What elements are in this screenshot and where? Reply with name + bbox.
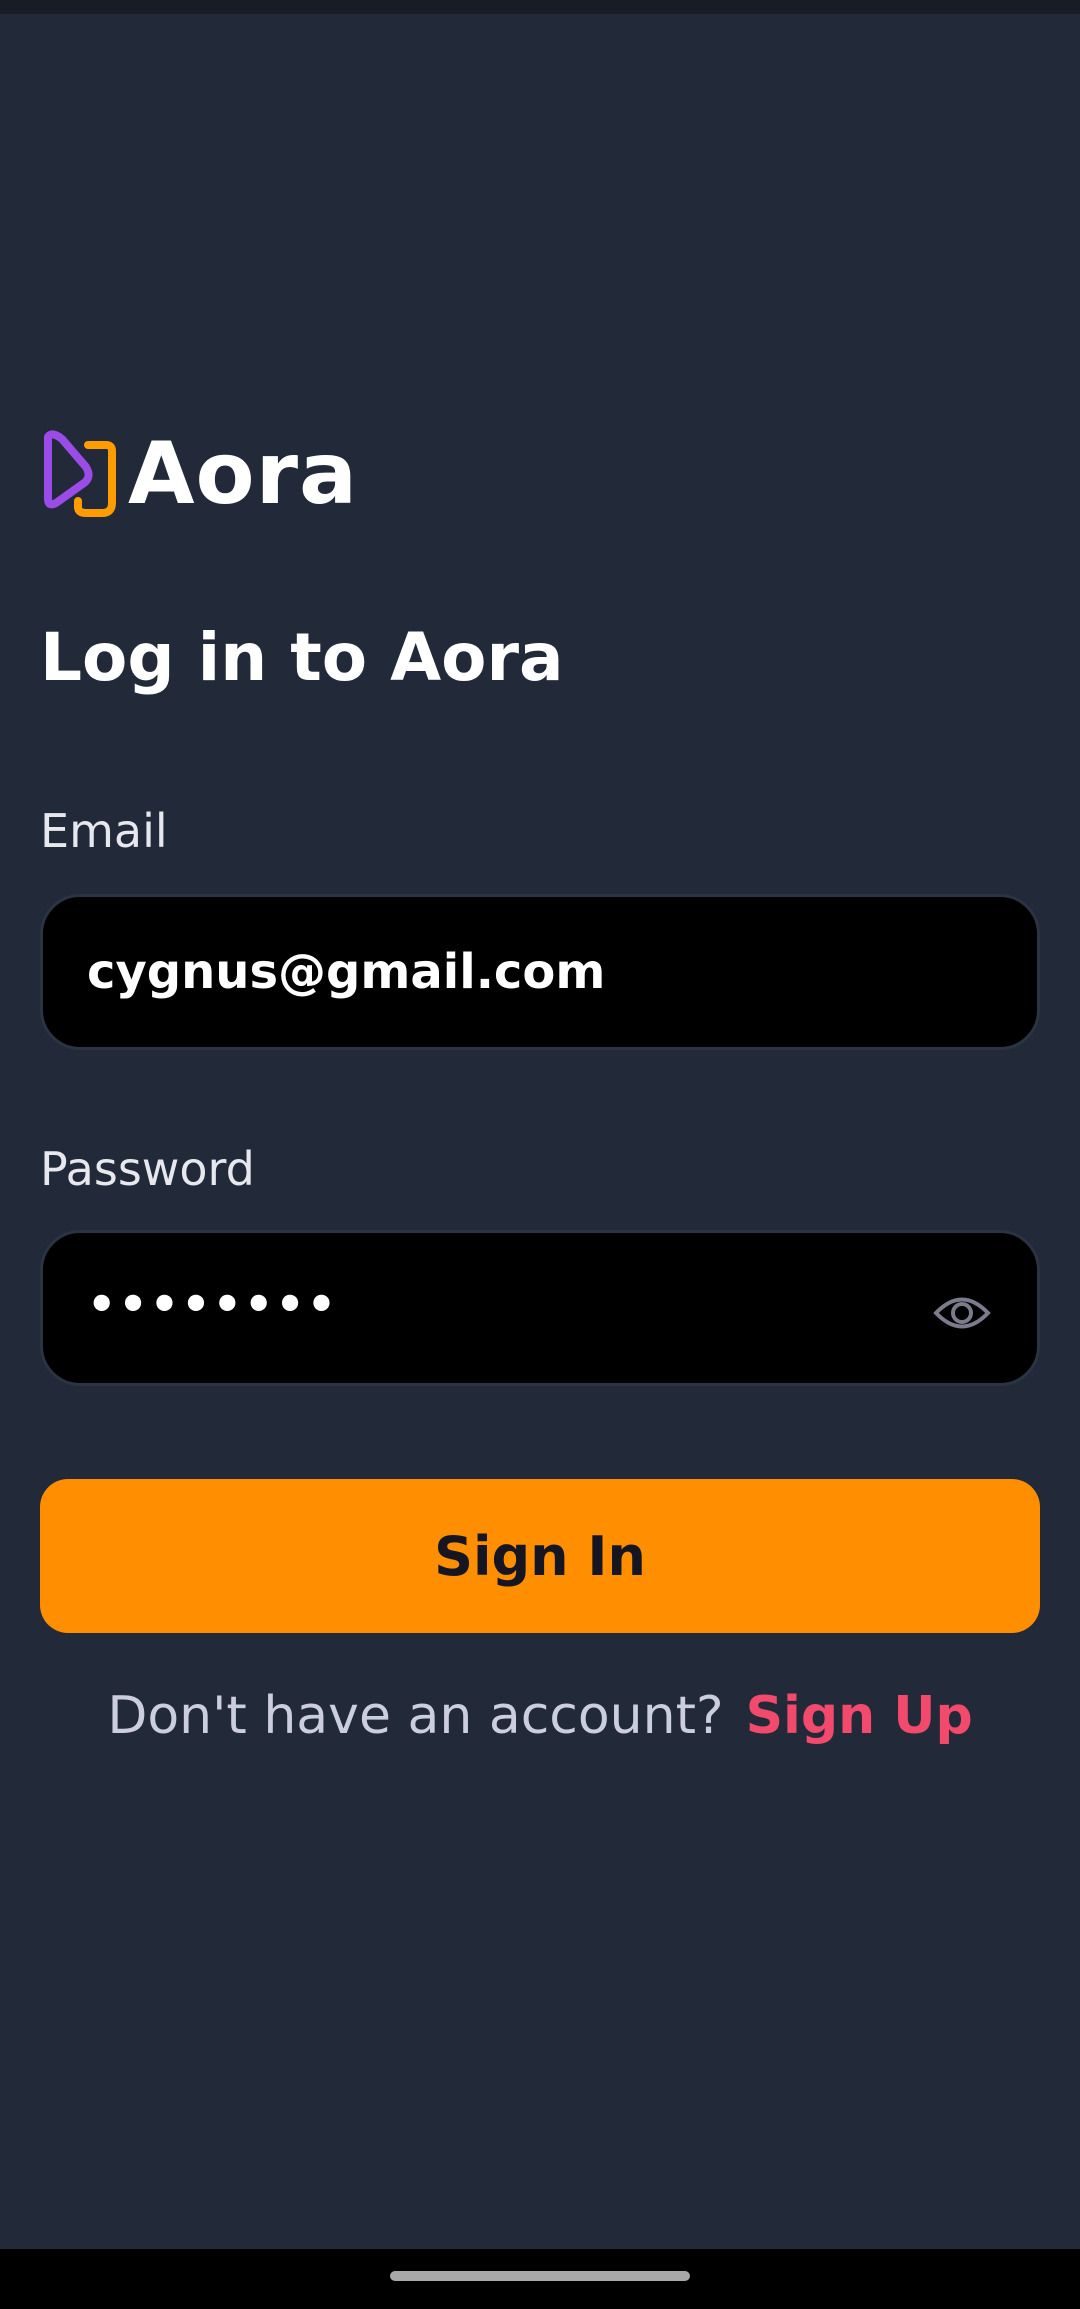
page-title: Log in to Aora	[40, 619, 564, 696]
eye-icon[interactable]	[931, 1291, 993, 1335]
navigation-bar	[0, 2249, 1080, 2309]
email-label: Email	[40, 804, 168, 858]
app-logo-icon	[44, 430, 116, 517]
app-logo: Aora	[40, 414, 358, 534]
sign-in-button[interactable]: Sign In	[40, 1479, 1040, 1633]
sign-up-link[interactable]: Sign Up	[746, 1686, 973, 1746]
status-bar	[0, 0, 1080, 14]
email-field[interactable]: cygnus@gmail.com	[40, 894, 1040, 1050]
home-indicator[interactable]	[390, 2271, 690, 2281]
signup-row: Don't have an account? Sign Up	[0, 1686, 1080, 1746]
email-input[interactable]: cygnus@gmail.com	[87, 944, 993, 1000]
app-logo-text: Aora	[128, 424, 359, 524]
signup-prompt: Don't have an account?	[107, 1686, 724, 1746]
password-label: Password	[40, 1142, 255, 1196]
login-screen: Aora Log in to Aora Email cygnus@gmail.c…	[0, 14, 1080, 2249]
password-input[interactable]: ••••••••	[87, 1277, 931, 1331]
password-field[interactable]: ••••••••	[40, 1230, 1040, 1386]
